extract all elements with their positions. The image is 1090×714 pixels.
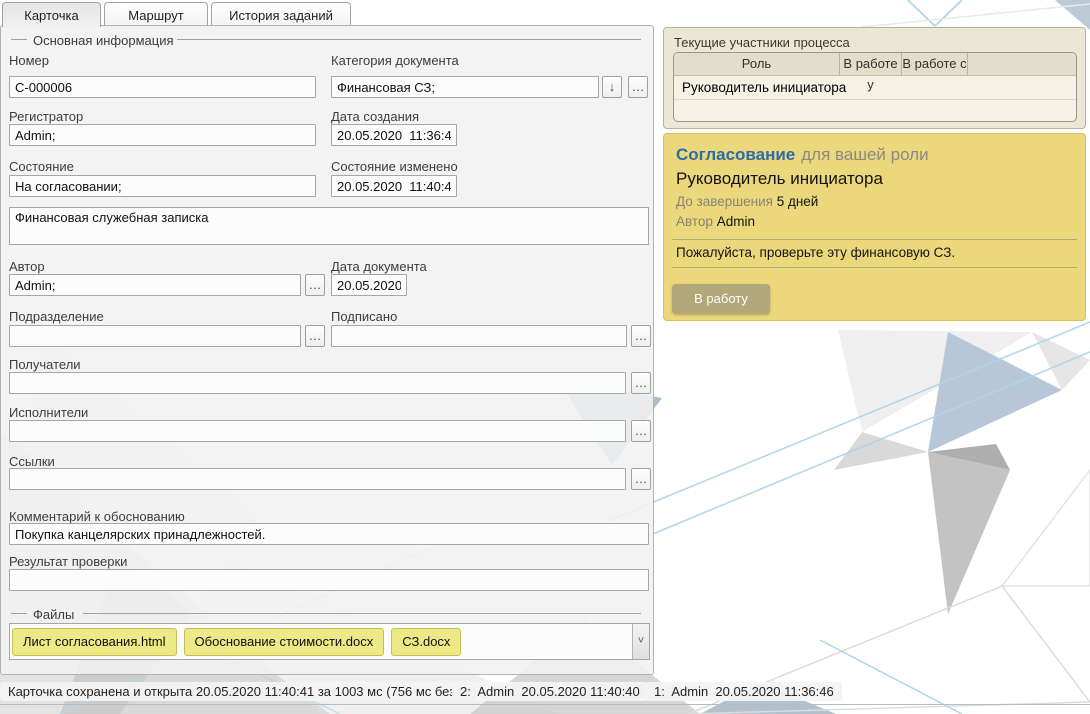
category-input[interactable]: [331, 76, 599, 98]
signed-input[interactable]: [331, 325, 627, 347]
statusbar-entry-2: 2: Admin 20.05.2020 11:40:40: [452, 682, 648, 701]
statusbar-entry-1: 1: Admin 20.05.2020 11:36:46: [646, 682, 842, 701]
links-browse-button[interactable]: …: [631, 468, 651, 490]
task-deadline: До завершения 5 дней: [676, 194, 818, 209]
recipients-input[interactable]: [9, 372, 626, 394]
participants-header-row: Роль В работе у В работе с: [674, 53, 1076, 76]
column-in-work-since[interactable]: В работе с: [902, 53, 968, 75]
statusbar-saved: Карточка сохранена и открыта 20.05.2020 …: [0, 682, 484, 701]
signed-label: Подписано: [331, 309, 397, 324]
card-form-panel: Основная информация Номер Категория доку…: [0, 25, 654, 675]
recipients-label: Получатели: [9, 357, 81, 372]
window-bottom-edge: [0, 704, 1090, 705]
registrar-label: Регистратор: [9, 109, 83, 124]
task-title-suffix: для вашей роли: [801, 145, 928, 164]
files-group-title: Файлы: [33, 607, 74, 622]
links-label: Ссылки: [9, 454, 55, 469]
doc-date-label: Дата документа: [331, 259, 427, 274]
signed-browse-button[interactable]: …: [631, 325, 651, 347]
author-browse-button[interactable]: …: [305, 274, 325, 296]
participants-table: Роль В работе у В работе с Руководитель …: [673, 52, 1077, 122]
state-label: Состояние: [9, 159, 74, 174]
state-input[interactable]: [9, 175, 316, 197]
tab-card[interactable]: Карточка: [2, 2, 101, 27]
task-author: Автор Admin: [676, 214, 755, 229]
groupbox-line: [11, 613, 27, 614]
executors-input[interactable]: [9, 420, 626, 442]
groupbox-line: [11, 39, 27, 40]
author-label: Автор: [9, 259, 45, 274]
tab-route[interactable]: Маршрут: [104, 2, 208, 25]
number-label: Номер: [9, 53, 49, 68]
ellipsis-icon: …: [635, 375, 648, 390]
file-chip[interactable]: Лист согласования.html: [12, 628, 177, 656]
comment-label: Комментарий к обоснованию: [9, 509, 185, 524]
task-role: Руководитель инициатора: [676, 169, 883, 189]
created-label: Дата создания: [331, 109, 419, 124]
ellipsis-icon: …: [635, 328, 648, 343]
tab-task-history[interactable]: История заданий: [211, 2, 351, 25]
department-input[interactable]: [9, 325, 301, 347]
column-filler: [968, 53, 1076, 75]
category-dropdown-button[interactable]: ↓: [602, 76, 622, 98]
column-role[interactable]: Роль: [674, 53, 840, 75]
created-input[interactable]: [331, 124, 457, 146]
comment-input[interactable]: [9, 523, 649, 545]
state-changed-label: Состояние изменено: [331, 159, 458, 174]
state-changed-input[interactable]: [331, 175, 457, 197]
task-title-main: Согласование: [676, 145, 795, 164]
links-input[interactable]: [9, 468, 626, 490]
ellipsis-icon: …: [632, 79, 645, 94]
recipients-browse-button[interactable]: …: [631, 372, 651, 394]
author-label: Автор: [676, 214, 713, 229]
category-browse-button[interactable]: …: [628, 76, 648, 98]
arrow-down-icon: ↓: [609, 79, 616, 94]
doc-date-input[interactable]: [331, 274, 407, 296]
task-card: Согласование для вашей роли Руководитель …: [663, 133, 1086, 321]
department-label: Подразделение: [9, 309, 104, 324]
files-strip: Лист согласования.html Обоснование стоим…: [9, 623, 650, 660]
divider: [672, 239, 1077, 240]
executors-label: Исполнители: [9, 405, 88, 420]
column-in-work-by[interactable]: В работе у: [840, 53, 902, 75]
divider: [672, 267, 1077, 268]
file-chip[interactable]: СЗ.docx: [391, 628, 461, 656]
registrar-input[interactable]: [9, 124, 316, 146]
ellipsis-icon: …: [635, 471, 648, 486]
ellipsis-icon: …: [309, 277, 322, 292]
files-scroll-button[interactable]: ˅: [632, 624, 649, 659]
executors-browse-button[interactable]: …: [631, 420, 651, 442]
number-input[interactable]: [9, 76, 316, 98]
participants-title: Текущие участники процесса: [674, 35, 850, 50]
ellipsis-icon: …: [309, 328, 322, 343]
chevron-down-icon: ˅: [638, 635, 644, 647]
deadline-label: До завершения: [676, 194, 773, 209]
participant-row-empty: [674, 100, 1076, 122]
category-label: Категория документа: [331, 53, 459, 68]
file-chip[interactable]: Обоснование стоимости.docx: [184, 628, 385, 656]
department-browse-button[interactable]: …: [305, 325, 325, 347]
check-result-input[interactable]: [9, 569, 649, 591]
task-title: Согласование для вашей роли: [676, 145, 929, 165]
description-textarea[interactable]: Финансовая служебная записка: [9, 207, 649, 245]
task-message: Пожалуйста, проверьте эту финансовую СЗ.: [676, 245, 955, 260]
ellipsis-icon: …: [635, 423, 648, 438]
author-input[interactable]: [9, 274, 301, 296]
groupbox-line: [83, 613, 641, 614]
participant-row[interactable]: Руководитель инициатора: [674, 76, 1076, 100]
check-result-label: Результат проверки: [9, 554, 127, 569]
participants-panel: Текущие участники процесса Роль В работе…: [663, 27, 1086, 129]
take-to-work-button[interactable]: В работу: [672, 284, 770, 314]
author-value: Admin: [717, 214, 755, 229]
main-group-title: Основная информация: [33, 33, 174, 48]
deadline-value: 5 дней: [777, 194, 819, 209]
groupbox-line: [177, 39, 641, 40]
